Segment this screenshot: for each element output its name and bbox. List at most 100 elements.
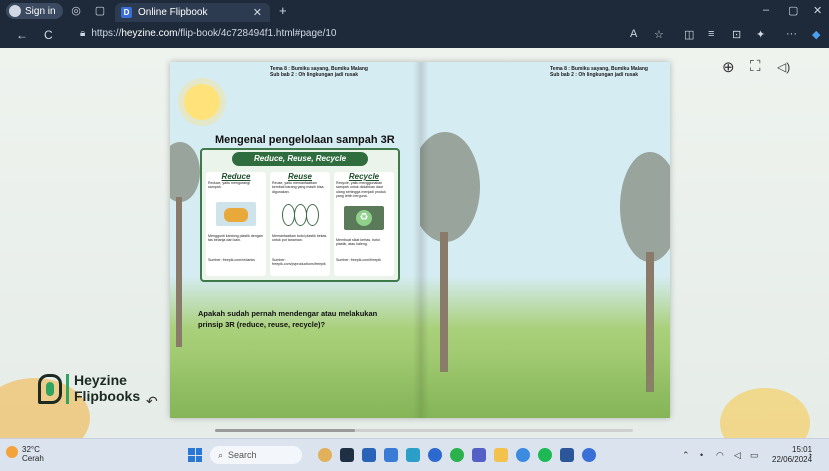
flipbook-spread[interactable]: Tema 8 : Bumiku sayang, Bumiku Malang Su… — [170, 62, 670, 418]
reuse-heading: Reuse — [287, 172, 312, 181]
favorites-icon[interactable]: ≡ — [708, 28, 714, 40]
store-icon[interactable] — [362, 448, 376, 462]
word-icon[interactable] — [560, 448, 574, 462]
spotify-icon[interactable] — [538, 448, 552, 462]
bottle-planters-image — [280, 202, 320, 226]
reuse-column: Reuse Reuse, yaitu memanfaatkan kembali … — [270, 172, 330, 276]
zoom-in-icon[interactable]: ⊕ — [722, 58, 735, 76]
lock-icon: 🔒︎ — [80, 28, 86, 39]
page-scrollbar[interactable] — [215, 429, 633, 432]
header-subchapter: Sub bab 2 : Oh lingkungan jadi rusak — [270, 72, 359, 78]
reuse-description: Reuse, yaitu memanfaatkan kembali barang… — [272, 181, 324, 194]
recycle-caption: Membuat sikat kertas, botol plastik, ata… — [336, 238, 380, 247]
browser-tab-bar: Sign in ◎ ▢ D Online Flipbook ✕ + – ▢ ✕ — [0, 0, 829, 22]
battery-icon[interactable]: ▭ — [750, 450, 759, 461]
tray-chevron-icon[interactable]: ⌃ — [682, 450, 690, 461]
task-view-icon[interactable] — [340, 448, 354, 462]
sun-illustration — [184, 84, 220, 120]
url-host: heyzine.com — [121, 28, 178, 39]
header-subchapter: Sub bab 2 : Oh lingkungan jadi rusak — [550, 72, 639, 78]
grass-illustration — [170, 358, 670, 418]
tab-online-flipbook[interactable]: D Online Flipbook ✕ — [115, 3, 270, 22]
notification-icon[interactable]: ◔ — [807, 450, 812, 460]
logo-text: Heyzine Flipbooks — [74, 372, 140, 404]
maximize-button[interactable]: ▢ — [788, 4, 798, 17]
reduce-heading: Reduce — [221, 172, 251, 181]
windows-taskbar: 32°C Cerah ⌕ Search ⌃ • ◠ ◁ ▭ 15:01 22/0… — [0, 438, 829, 471]
tab-actions-icon[interactable]: ▢ — [94, 5, 106, 17]
teams-icon[interactable] — [472, 448, 486, 462]
app-icon[interactable] — [516, 448, 530, 462]
section-title: Mengenal pengelolaan sampah 3R — [215, 134, 395, 146]
more-menu-icon[interactable]: ··· — [786, 28, 797, 40]
heyzine-logo[interactable]: Heyzine Flipbooks — [38, 372, 158, 412]
tray-icon[interactable]: • — [700, 450, 703, 460]
search-icon: ⌕ — [218, 449, 224, 460]
logo-line-2: Flipbooks — [74, 388, 141, 404]
weather-condition: Cerah — [22, 454, 44, 463]
recycle-bin-image: ♻ — [344, 206, 384, 230]
edge-icon[interactable] — [428, 448, 442, 462]
url-scheme: https:// — [91, 28, 122, 39]
sign-in-button[interactable]: Sign in — [6, 3, 63, 19]
whatsapp-icon[interactable] — [450, 448, 464, 462]
recycle-heading: Recycle — [348, 172, 380, 181]
logo-line-1: Heyzine — [74, 372, 127, 388]
recycle-column: Recycle Recycle, yaitu menggunakan sampa… — [334, 172, 394, 276]
reuse-caption: Memanfaatkan botol plastik bekas untuk p… — [272, 234, 327, 243]
recycle-source: Sumber: freepik.com/freepik — [336, 258, 381, 262]
fullscreen-icon[interactable]: ⛶ — [750, 58, 761, 75]
copilot-icon[interactable]: ◆ — [812, 28, 820, 41]
close-window-button[interactable]: ✕ — [813, 4, 822, 17]
read-aloud-icon[interactable]: A — [630, 28, 637, 40]
reduce-source: Sumber: freepik.com/redanks — [208, 258, 255, 262]
weather-widget[interactable]: 32°C Cerah — [6, 445, 44, 463]
collections-icon[interactable]: ⊡ — [732, 28, 741, 41]
sound-icon[interactable]: ◁) — [777, 60, 790, 74]
question-line-2: prinsip 3R (reduce, reuse, recycle)? — [198, 320, 326, 329]
address-toolbar: ← C 🔒︎ https://heyzine.com/flip-book/4c7… — [0, 22, 829, 48]
question-line-1: Apakah sudah pernah mendengar atau melak… — [198, 309, 378, 318]
3r-infographic: Reduce, Reuse, Recycle Reduce Reduce, ya… — [200, 148, 400, 282]
flipbook-viewport: Tema 8 : Bumiku sayang, Bumiku Malang Su… — [0, 48, 829, 438]
reduce-caption: Menggunti kantong plastik dengan tas bel… — [208, 234, 263, 243]
tab-title: Online Flipbook — [138, 7, 208, 18]
scrollbar-thumb[interactable] — [215, 429, 355, 432]
favorite-star-icon[interactable]: ☆ — [654, 28, 664, 41]
logo-divider — [66, 374, 69, 404]
app-icon[interactable] — [582, 448, 596, 462]
app-icon[interactable] — [406, 448, 420, 462]
question-text: Apakah sudah pernah mendengar atau melak… — [198, 308, 398, 330]
workspaces-icon[interactable]: ◎ — [70, 5, 82, 17]
sign-in-label: Sign in — [25, 5, 56, 17]
heyzine-logo-icon — [38, 374, 62, 404]
right-page-header: Tema 8 : Bumiku sayang, Bumiku Malang Su… — [550, 66, 648, 78]
split-screen-icon[interactable]: ◫ — [684, 28, 694, 41]
reuse-source: Sumber: freepik.com/pvproductions/freepi… — [272, 258, 326, 267]
app-icon[interactable] — [384, 448, 398, 462]
search-label: Search — [228, 450, 257, 460]
wifi-icon[interactable]: ◠ — [716, 450, 724, 461]
widgets-icon[interactable] — [318, 448, 332, 462]
taskbar-search[interactable]: ⌕ Search — [210, 446, 302, 464]
url-field[interactable]: 🔒︎ https://heyzine.com/flip-book/4c72849… — [80, 28, 337, 39]
file-explorer-icon[interactable] — [494, 448, 508, 462]
weather-temp: 32°C — [22, 445, 40, 454]
flipbook-favicon-icon: D — [121, 7, 132, 18]
reduce-description: Reduce, yaitu mengurangi sampah. — [208, 181, 250, 190]
background-tree-right — [720, 388, 810, 438]
volume-icon[interactable]: ◁ — [734, 450, 741, 461]
minimize-button[interactable]: – — [763, 4, 769, 16]
close-tab-icon[interactable]: ✕ — [253, 6, 262, 19]
recycle-description: Recycle, yaitu menggunakan sampah untuk … — [336, 181, 386, 199]
reload-button[interactable]: C — [44, 28, 53, 42]
share-icon[interactable]: ↶ — [146, 393, 158, 410]
back-button[interactable]: ← — [16, 28, 28, 42]
weather-sun-icon — [6, 446, 18, 458]
extensions-icon[interactable]: ✦ — [756, 28, 765, 41]
profile-icon — [9, 5, 21, 17]
reduce-column: Reduce Reduce, yaitu mengurangi sampah. … — [206, 172, 266, 276]
url-path: /flip-book/4c728494f1.html#page/10 — [177, 28, 337, 39]
start-button[interactable] — [188, 448, 202, 462]
new-tab-button[interactable]: + — [279, 3, 287, 18]
